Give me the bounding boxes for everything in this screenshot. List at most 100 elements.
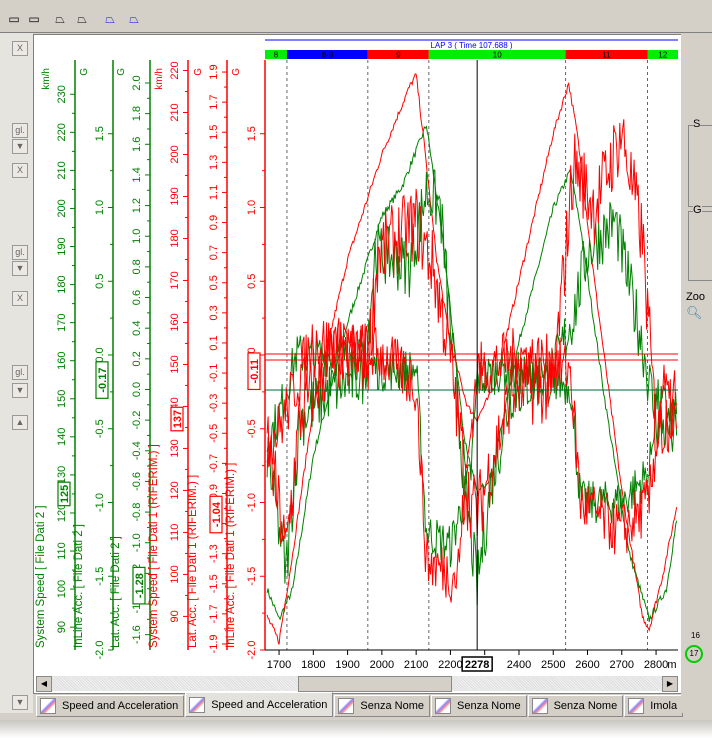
y-axis-unit: G: [79, 68, 90, 76]
y-tick-label: 0.3: [208, 305, 220, 320]
cursor-value: -0.17: [97, 368, 109, 393]
group-label: G: [693, 204, 702, 216]
y-tick-label: -0.8: [131, 503, 143, 522]
zoom-label: Zoo: [686, 291, 705, 303]
y-tick-label: 0.4: [131, 321, 143, 336]
y-tick-label: 170: [169, 271, 181, 289]
y-tick-label: 100: [56, 580, 68, 598]
cursor-value: 125: [59, 485, 71, 503]
y-axis-title: System Speed [ File Dati 2 ]: [35, 505, 47, 648]
y-axis-title: InLine Acc. [ File Dati 2 ]: [73, 524, 85, 648]
y-tick-label: -1.5: [94, 567, 106, 586]
y-tick-label: 220: [169, 61, 181, 79]
y-tick-label: 110: [56, 542, 68, 560]
telemetry-chart[interactable]: LAP 3 ( Time 107.688 ) 8 8-9 9 10 11 12 90 100 11…: [0, 0, 712, 738]
x-tick-label: 2100: [404, 659, 428, 671]
y-tick-label: -0.1: [208, 364, 220, 383]
cursor-value: -1.28: [134, 573, 146, 598]
window-shadow: [0, 720, 712, 738]
y-tick-label: 1.5: [94, 126, 106, 141]
x-tick-label: 2500: [541, 659, 565, 671]
y-tick-label: 0.2: [131, 351, 143, 366]
y-tick-label: 1.1: [208, 185, 220, 200]
cursor-value: -0.11: [249, 359, 261, 383]
y-tick-label: -0.5: [246, 419, 258, 438]
y-tick-label: -0.7: [208, 454, 220, 473]
sector-label: 11: [602, 51, 611, 60]
y-tick-label: 130: [56, 466, 68, 484]
y-axis-title: Lat. Acc. [ File Dati 1 (RIFERIM.) ]: [187, 475, 199, 648]
x-cursor-value: 2278: [465, 659, 489, 671]
y-tick-label: 0.5: [246, 274, 258, 289]
tab-bar: Speed and Acceleration Speed and Acceler…: [36, 692, 684, 717]
y-tick-label: 160: [56, 352, 68, 370]
y-tick-label: 1.0: [94, 200, 106, 215]
right-panel: S G Zoo 🔍︎ 16 17: [681, 33, 712, 713]
y-tick-label: 1.9: [208, 64, 220, 79]
sector-label: 9: [396, 51, 401, 60]
y-tick-label: -1.3: [208, 544, 220, 563]
tab-label: Speed and Acceleration: [211, 698, 328, 711]
x-tick-label: 2400: [507, 659, 531, 671]
lap-title: LAP 3 ( Time 107.688 ): [430, 41, 512, 50]
y-tick-label: 2.0: [131, 75, 143, 90]
tab-label: Imola: [650, 700, 678, 712]
y-tick-label: 1.3: [208, 155, 220, 170]
y-tick-label: -1.0: [131, 533, 143, 552]
scrollbar-thumb[interactable]: [298, 676, 452, 692]
y-tick-label: 140: [56, 428, 68, 446]
chart-icon: [40, 698, 56, 714]
y-tick-label: 210: [56, 161, 68, 179]
sector-label: 8: [274, 51, 279, 60]
x-tick-label: 2800: [644, 659, 668, 671]
y-tick-label: -0.6: [131, 472, 143, 491]
zoom-magnifier-icon[interactable]: 🔍︎: [686, 305, 703, 321]
y-tick-label: 1.0: [131, 229, 143, 244]
horizontal-scrollbar[interactable]: ◀ ▶: [36, 676, 678, 692]
y-tick-label: 200: [169, 145, 181, 163]
tab-senza-nome-3[interactable]: Senza Nome: [527, 695, 624, 717]
tab-senza-nome-2[interactable]: Senza Nome: [431, 695, 527, 717]
x-tick-label: 2200: [438, 659, 462, 671]
y-tick-label: 190: [169, 187, 181, 205]
y-tick-label: -1.0: [246, 493, 258, 512]
y-tick-label: 130: [169, 439, 181, 457]
y-axis-title: System Speed [ File Dati 1 (RIFERIM.) ]: [148, 444, 160, 648]
tab-senza-nome-1[interactable]: Senza Nome: [334, 695, 430, 717]
tab-label: Senza Nome: [457, 700, 521, 712]
tab-speed-and-acceleration-2[interactable]: Speed and Acceleration: [185, 692, 334, 717]
y-axis-title: InLine Acc. [ File Dati 1 (RIFERIM.) ]: [225, 463, 237, 648]
y-tick-label: 0.7: [208, 245, 220, 260]
group-label: S: [693, 118, 701, 130]
y-tick-label: -1.0: [94, 493, 106, 512]
x-tick-label: 2000: [370, 659, 394, 671]
track-icon: [628, 698, 645, 714]
y-tick-label: -0.5: [94, 419, 106, 438]
y-tick-label: 230: [56, 85, 68, 103]
scroll-right-button[interactable]: ▶: [662, 676, 678, 692]
tab-imola[interactable]: Imola: [624, 695, 684, 717]
y-axis-unit: km/h: [41, 68, 52, 90]
y-tick-label: 0.1: [208, 335, 220, 350]
y-tick-label: -1.5: [246, 567, 258, 586]
scroll-left-button[interactable]: ◀: [36, 676, 52, 692]
sector-label: 8-9: [322, 51, 334, 60]
y-tick-label: 0.6: [131, 290, 143, 305]
y-tick-label: -1.7: [208, 604, 220, 623]
y-tick-label: -0.2: [131, 411, 143, 430]
tab-label: Speed and Acceleration: [62, 700, 179, 712]
x-axis-unit: m: [667, 659, 676, 671]
y-tick-label: -0.3: [208, 394, 220, 413]
y-tick-label: 1.2: [131, 198, 143, 213]
group-box-s: S: [688, 118, 712, 207]
y-tick-label: 180: [56, 275, 68, 293]
track-map[interactable]: 17: [685, 645, 703, 663]
tab-speed-and-acceleration-1[interactable]: Speed and Acceleration: [36, 695, 185, 717]
y-axis-unit: km/h: [154, 68, 165, 90]
y-tick-label: 190: [56, 237, 68, 255]
map-label-17: 17: [689, 649, 699, 658]
application-window: ▭ ▭ ⏢ ⏢ ⏢ ⏢ X gl. ▼ X gl. ▼ X gl. ▼ ▲ ▼ …: [0, 0, 712, 738]
x-tick-label: 1900: [335, 659, 359, 671]
y-tick-label: 120: [56, 504, 68, 522]
y-tick-label: -1.6: [131, 625, 143, 644]
